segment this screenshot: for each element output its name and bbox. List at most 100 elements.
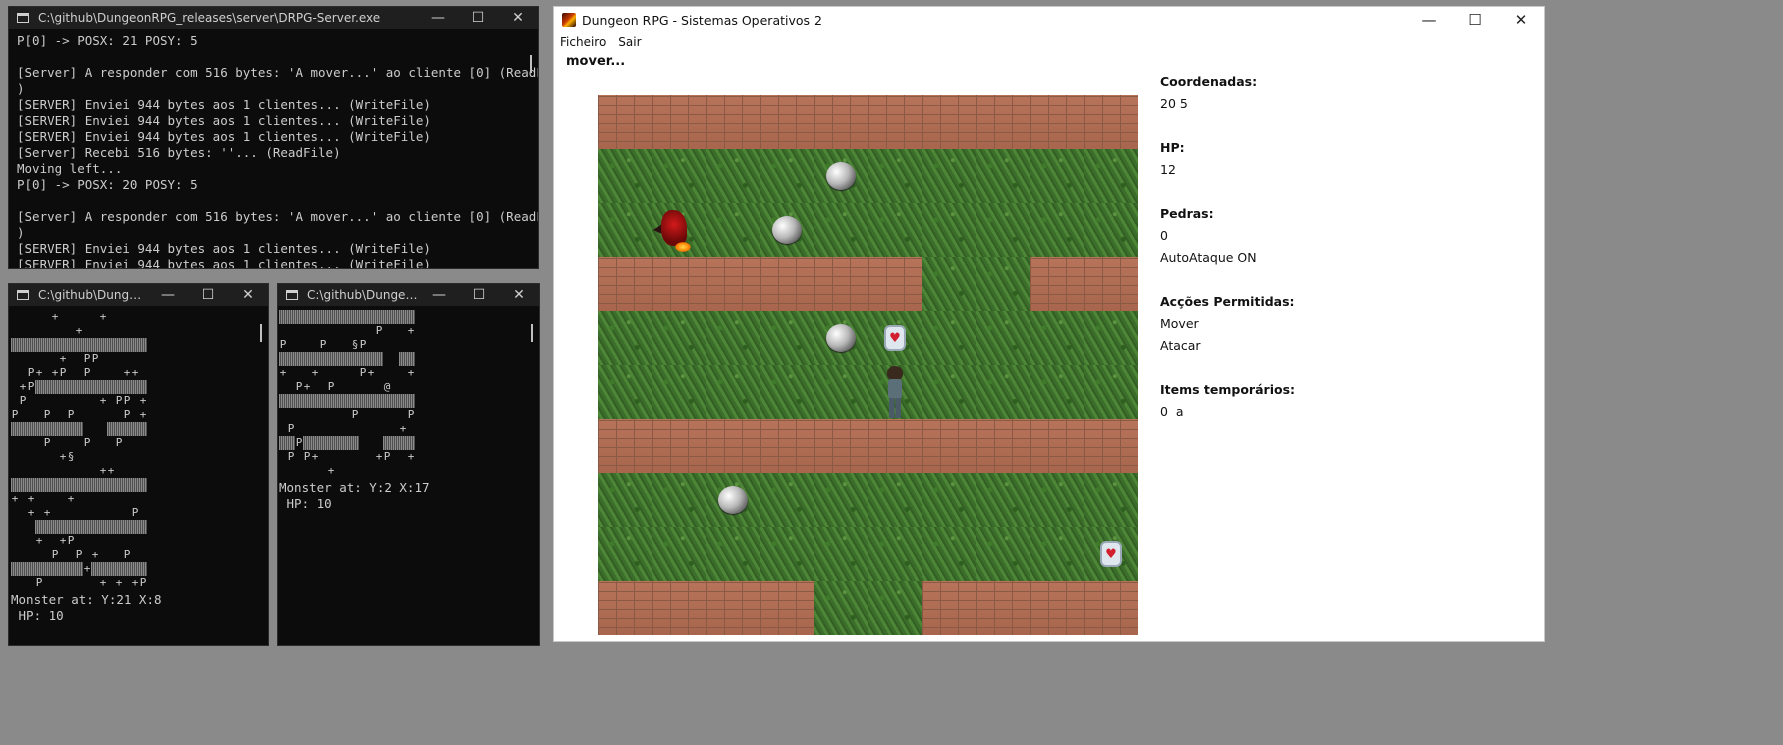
- console-line: [SERVER] Enviei 944 bytes aos 1 clientes…: [17, 113, 431, 128]
- floor-tile: [652, 311, 709, 368]
- server-console-titlebar[interactable]: C:\github\DungeonRPG_releases\server\DRP…: [9, 7, 538, 29]
- wall-tile: [922, 581, 979, 635]
- minimize-button[interactable]: —: [148, 287, 188, 303]
- floor-tile: [652, 149, 709, 206]
- map-cell: [343, 366, 351, 380]
- map-cell: [75, 366, 83, 380]
- map-wall-cell: [99, 562, 107, 576]
- menu-ficheiro[interactable]: Ficheiro: [560, 35, 606, 49]
- map-cell: +: [83, 562, 91, 575]
- map-cell: [287, 408, 295, 422]
- scrollbar-thumb[interactable]: [531, 324, 533, 342]
- floor-tile: [922, 257, 979, 314]
- map-cell: [335, 450, 343, 464]
- close-button[interactable]: ✕: [499, 287, 539, 303]
- minimize-button[interactable]: —: [419, 287, 459, 303]
- map-cell: [391, 380, 399, 394]
- map-wall-cell: [75, 562, 83, 576]
- map-cell: +: [367, 366, 375, 379]
- map-wall-cell: [367, 310, 375, 324]
- floor-tile: [652, 473, 709, 530]
- console-line: Moving left...: [17, 161, 123, 176]
- map-wall-cell: [407, 310, 415, 324]
- map-cell: P: [359, 338, 367, 351]
- close-button[interactable]: ✕: [1498, 11, 1544, 29]
- floor-tile: [814, 473, 871, 530]
- map-cell: [139, 324, 147, 338]
- map-cell: [75, 408, 83, 422]
- info-panel: Coordenadas: 20 5 HP: 12 Pedras: 0 AutoA…: [1160, 71, 1295, 423]
- map-cell: [43, 394, 51, 408]
- map-cell: [303, 366, 311, 380]
- game-titlebar[interactable]: Dungeon RPG - Sistemas Operativos 2 — ☐ …: [554, 7, 1544, 33]
- map-wall-cell: [139, 562, 147, 576]
- wall-tile: [814, 257, 871, 314]
- scrollbar-thumb[interactable]: [530, 55, 532, 73]
- map-cell: [131, 464, 139, 478]
- floor-tile: [976, 257, 1033, 314]
- map-cell: P: [67, 534, 75, 547]
- map-cell: [295, 450, 303, 464]
- floor-tile: [976, 527, 1033, 584]
- wall-tile: [760, 581, 817, 635]
- map-wall-cell: [115, 520, 123, 534]
- map-wall-cell: [107, 562, 115, 576]
- stones-value: 0: [1160, 228, 1168, 243]
- map-cell: [83, 422, 91, 436]
- map-cell: [83, 324, 91, 338]
- maximize-button[interactable]: ☐: [458, 10, 498, 26]
- map-cell: [335, 422, 343, 436]
- map-cell: [383, 408, 391, 422]
- wall-tile: [1030, 95, 1087, 152]
- wall-tile: [652, 419, 709, 476]
- map-cell: P: [27, 380, 35, 393]
- map-cell: [115, 548, 123, 562]
- map-wall-cell: [279, 310, 287, 324]
- map-wall-cell: [51, 478, 59, 492]
- minimize-button[interactable]: —: [418, 10, 458, 26]
- map-cell: +: [107, 464, 115, 477]
- monster-console-titlebar-2[interactable]: C:\github\DungeonRP... — ☐ ✕: [278, 284, 539, 306]
- map-wall-cell: [59, 562, 67, 576]
- close-button[interactable]: ✕: [498, 10, 538, 26]
- scrollbar-thumb[interactable]: [260, 324, 262, 342]
- map-cell: [35, 450, 43, 464]
- map-cell: [51, 436, 59, 450]
- map-cell: P: [67, 408, 75, 421]
- map-cell: [43, 548, 51, 562]
- map-cell: +: [399, 422, 407, 435]
- map-wall-cell: [311, 310, 319, 324]
- map-cell: [91, 394, 99, 408]
- maximize-button[interactable]: ☐: [459, 287, 499, 303]
- map-cell: [19, 408, 27, 422]
- map-cell: [319, 366, 327, 380]
- wall-tile: [814, 95, 871, 152]
- wall-tile: [1084, 257, 1138, 314]
- map-cell: [327, 366, 335, 380]
- map-wall-cell: [11, 478, 19, 492]
- map-cell: [375, 366, 383, 380]
- monster-console-titlebar-1[interactable]: C:\github\DungeonRPG... — ☐ ✕: [9, 284, 268, 306]
- map-cell: [123, 464, 131, 478]
- maximize-button[interactable]: ☐: [188, 287, 228, 303]
- map-cell: [343, 450, 351, 464]
- close-button[interactable]: ✕: [228, 287, 268, 303]
- map-wall-cell: [295, 352, 303, 366]
- map-cell: [279, 324, 287, 338]
- map-cell: [391, 366, 399, 380]
- game-board[interactable]: ♥ ♥: [598, 95, 1138, 635]
- map-cell: P: [407, 408, 415, 421]
- console-line: ): [17, 81, 25, 96]
- map-wall-cell: [59, 422, 67, 436]
- map-cell: [19, 366, 27, 380]
- map-wall-cell: [359, 352, 367, 366]
- action-attack: Atacar: [1160, 338, 1201, 353]
- map-cell: [343, 464, 351, 478]
- map-cell: [343, 422, 351, 436]
- map-cell: [327, 338, 335, 352]
- menu-sair[interactable]: Sair: [618, 35, 641, 49]
- wall-tile: [760, 257, 817, 314]
- maximize-button[interactable]: ☐: [1452, 11, 1498, 29]
- minimize-button[interactable]: —: [1406, 11, 1452, 29]
- game-title: Dungeon RPG - Sistemas Operativos 2: [582, 12, 822, 28]
